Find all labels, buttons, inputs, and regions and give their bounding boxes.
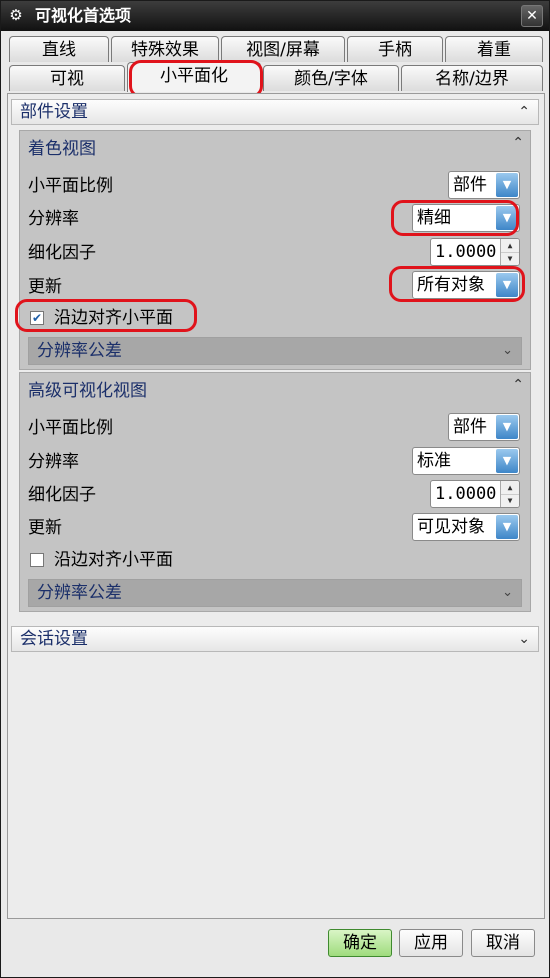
facet-scale-label: 小平面比例 [28, 418, 113, 438]
align-edges-label: 沿边对齐小平面 [54, 308, 173, 328]
shaded-view-title: 着色视图 [28, 139, 96, 159]
spin-down-icon[interactable]: ▼ [501, 494, 519, 507]
resolution-tolerance-title: 分辨率公差 [37, 583, 122, 603]
tab-lines[interactable]: 直线 [9, 36, 109, 62]
expand-chevron-icon[interactable]: ⌄ [502, 338, 513, 364]
facet-scale-value: 部件 [453, 417, 487, 437]
resolution-dropdown[interactable]: 标准 ▼ [412, 447, 520, 475]
facet-scale-dropdown[interactable]: 部件 ▼ [448, 171, 520, 199]
session-settings-title: 会话设置 [20, 629, 88, 649]
part-settings-title: 部件设置 [20, 102, 88, 122]
preferences-dialog: ⚙ 可视化首选项 ✕ 直线 特殊效果 视图/屏幕 手柄 着重 可视 小平面化 颜… [0, 0, 550, 978]
align-edges-checkbox[interactable]: ✔ [30, 311, 44, 325]
tab-color-font[interactable]: 颜色/字体 [263, 65, 399, 91]
spin-up-icon[interactable]: ▲ [501, 481, 519, 495]
tab-view-screen[interactable]: 视图/屏幕 [221, 36, 345, 62]
update-value: 所有对象 [417, 275, 485, 295]
facet-scale-dropdown[interactable]: 部件 ▼ [448, 413, 520, 441]
dropdown-arrow-icon[interactable]: ▼ [496, 173, 518, 197]
facet-scale-label: 小平面比例 [28, 176, 113, 196]
dropdown-arrow-icon[interactable]: ▼ [496, 415, 518, 439]
title-bar[interactable]: ⚙ 可视化首选项 ✕ [1, 1, 549, 31]
resolution-tolerance-title: 分辨率公差 [37, 341, 122, 361]
close-button[interactable]: ✕ [521, 5, 543, 27]
tab-special-effects[interactable]: 特殊效果 [111, 36, 219, 62]
refine-factor-spinner[interactable]: 1.0000 ▲ ▼ [430, 480, 520, 508]
refine-factor-label: 细化因子 [28, 485, 96, 505]
update-dropdown[interactable]: 所有对象 ▼ [412, 271, 520, 299]
tab-handles[interactable]: 手柄 [347, 36, 443, 62]
tab-emphasis[interactable]: 着重 [445, 36, 543, 62]
resolution-label: 分辨率 [28, 209, 79, 229]
advanced-view-group: 高级可视化视图 ⌃ 小平面比例 部件 ▼ 分辨率 标准 ▼ 细化因子 1.000… [19, 372, 531, 612]
refine-factor-value: 1.0000 [435, 242, 497, 262]
window-title: 可视化首选项 [35, 6, 132, 25]
spin-up-icon[interactable]: ▲ [501, 239, 519, 253]
spin-down-icon[interactable]: ▼ [501, 252, 519, 265]
faceting-tab-panel: 部件设置 ⌃ 着色视图 ⌃ 小平面比例 部件 ▼ 分辨率 精细 ▼ 细化因子 1… [7, 93, 545, 919]
expand-chevron-icon[interactable]: ⌄ [502, 580, 513, 606]
tab-faceting[interactable]: 小平面化 [127, 62, 261, 92]
resolution-tolerance-header[interactable]: 分辨率公差 ⌄ [28, 337, 522, 365]
dropdown-arrow-icon[interactable]: ▼ [496, 273, 518, 297]
align-edges-checkbox[interactable] [30, 553, 44, 567]
shaded-view-group: 着色视图 ⌃ 小平面比例 部件 ▼ 分辨率 精细 ▼ 细化因子 1.0000 ▲… [19, 130, 531, 370]
resolution-value: 标准 [417, 451, 451, 471]
dialog-footer: 确定 应用 取消 [1, 919, 549, 977]
session-settings-header[interactable]: 会话设置 ⌄ [11, 626, 539, 652]
part-settings-header[interactable]: 部件设置 ⌃ [11, 99, 539, 125]
expand-chevron-icon[interactable]: ⌄ [518, 627, 530, 651]
advanced-view-title: 高级可视化视图 [28, 381, 147, 401]
resolution-tolerance-header[interactable]: 分辨率公差 ⌄ [28, 579, 522, 607]
resolution-dropdown[interactable]: 精细 ▼ [412, 204, 520, 232]
align-edges-label: 沿边对齐小平面 [54, 550, 173, 570]
dropdown-arrow-icon[interactable]: ▼ [496, 515, 518, 539]
collapse-chevron-icon[interactable]: ⌃ [512, 135, 524, 151]
update-label: 更新 [28, 277, 62, 297]
apply-button[interactable]: 应用 [399, 929, 463, 957]
update-label: 更新 [28, 518, 62, 538]
cancel-button[interactable]: 取消 [471, 929, 535, 957]
refine-factor-value: 1.0000 [435, 484, 497, 504]
tab-name-border[interactable]: 名称/边界 [401, 65, 543, 91]
facet-scale-value: 部件 [453, 175, 487, 195]
update-dropdown[interactable]: 可见对象 ▼ [412, 513, 520, 541]
collapse-chevron-icon[interactable]: ⌃ [518, 100, 530, 124]
collapse-chevron-icon[interactable]: ⌃ [512, 377, 524, 393]
ok-button[interactable]: 确定 [328, 929, 392, 957]
dropdown-arrow-icon[interactable]: ▼ [496, 449, 518, 473]
dropdown-arrow-icon[interactable]: ▼ [496, 206, 518, 230]
tab-visual[interactable]: 可视 [9, 65, 125, 91]
gear-icon[interactable]: ⚙ [7, 6, 25, 24]
refine-factor-spinner[interactable]: 1.0000 ▲ ▼ [430, 238, 520, 266]
resolution-value: 精细 [417, 208, 451, 228]
refine-factor-label: 细化因子 [28, 243, 96, 263]
resolution-label: 分辨率 [28, 452, 79, 472]
update-value: 可见对象 [417, 517, 485, 537]
